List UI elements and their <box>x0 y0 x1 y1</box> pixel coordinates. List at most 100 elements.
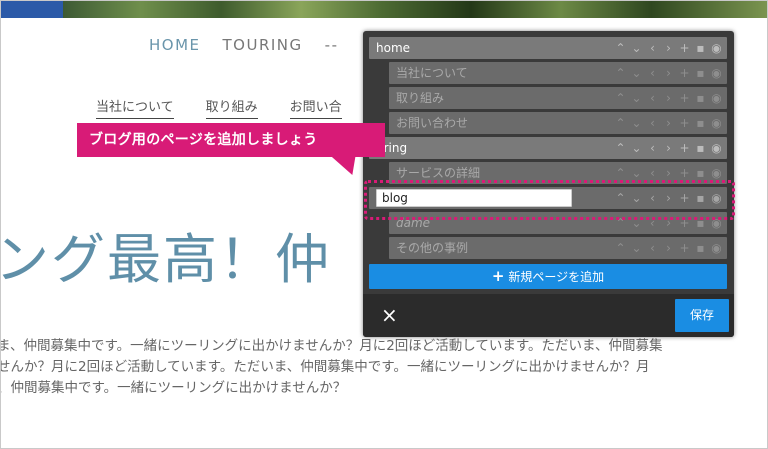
trash-icon[interactable]: ▪ <box>694 240 707 256</box>
add-subpage-icon[interactable]: + <box>678 115 691 131</box>
trash-icon[interactable]: ▪ <box>694 140 707 156</box>
indent-icon[interactable]: › <box>662 40 675 56</box>
row-controls: ⌃ ⌄ ‹ › + ▪ ◉ <box>614 215 727 231</box>
outdent-icon[interactable]: ‹ <box>646 140 659 156</box>
eye-icon[interactable]: ◉ <box>710 40 723 56</box>
page-row-label: 当社について <box>396 66 468 80</box>
page-row-efforts[interactable]: 取り組み ⌃ ⌄ ‹ › + ▪ ◉ <box>389 87 727 109</box>
indent-icon[interactable]: › <box>662 90 675 106</box>
move-down-icon[interactable]: ⌄ <box>630 190 643 206</box>
nav-item-more[interactable]: -- <box>325 36 339 54</box>
outdent-icon[interactable]: ‹ <box>646 165 659 181</box>
indent-icon[interactable]: › <box>662 65 675 81</box>
row-controls: ⌃ ⌄ ‹ › + ▪ ◉ <box>614 240 727 256</box>
add-subpage-icon[interactable]: + <box>678 65 691 81</box>
row-controls: ⌃ ⌄ ‹ › + ▪ ◉ <box>614 115 727 131</box>
outdent-icon[interactable]: ‹ <box>646 65 659 81</box>
page-row-touring[interactable]: uring ⌃ ⌄ ‹ › + ▪ ◉ <box>369 137 727 159</box>
indent-icon[interactable]: › <box>662 215 675 231</box>
trash-icon[interactable]: ▪ <box>694 165 707 181</box>
move-up-icon[interactable]: ⌃ <box>614 190 627 206</box>
add-subpage-icon[interactable]: + <box>678 140 691 156</box>
page-row-label: その他の事例 <box>396 241 469 255</box>
page-paragraph: ま、仲間募集中です。一緒にツーリングに出かけませんか？月に2回ほど活動しています… <box>0 336 767 399</box>
eye-icon[interactable]: ◉ <box>710 65 723 81</box>
eye-icon[interactable]: ◉ <box>710 140 723 156</box>
indent-icon[interactable]: › <box>662 115 675 131</box>
page-row-service-details[interactable]: サービスの詳細 ⌃ ⌄ ‹ › + ▪ ◉ <box>389 162 727 184</box>
nav-item-home[interactable]: HOME <box>149 36 201 54</box>
add-subpage-icon[interactable]: + <box>678 215 691 231</box>
paragraph-line: ま、仲間募集中です。一緒にツーリングに出かけませんか？月に2回ほど活動しています… <box>0 338 663 354</box>
outdent-icon[interactable]: ‹ <box>646 40 659 56</box>
trash-icon[interactable]: ▪ <box>694 40 707 56</box>
page-row-home[interactable]: home ⌃ ⌄ ‹ › + ▪ ◉ <box>369 37 727 59</box>
move-up-icon[interactable]: ⌃ <box>614 140 627 156</box>
page-row-label: dame <box>396 216 431 230</box>
eye-icon[interactable]: ◉ <box>710 240 723 256</box>
add-new-page-button[interactable]: + 新規ページを追加 <box>369 264 727 289</box>
add-subpage-icon[interactable]: + <box>678 190 691 206</box>
nav-item-touring[interactable]: TOURING <box>223 36 303 54</box>
move-down-icon[interactable]: ⌄ <box>630 215 643 231</box>
trash-icon[interactable]: ▪ <box>694 190 707 206</box>
outdent-icon[interactable]: ‹ <box>646 190 659 206</box>
add-subpage-icon[interactable]: + <box>678 165 691 181</box>
move-up-icon[interactable]: ⌃ <box>614 90 627 106</box>
add-subpage-icon[interactable]: + <box>678 40 691 56</box>
move-up-icon[interactable]: ⌃ <box>614 115 627 131</box>
move-down-icon[interactable]: ⌄ <box>630 165 643 181</box>
subnav-item-contact[interactable]: お問い合 <box>289 96 342 119</box>
trash-icon[interactable]: ▪ <box>694 215 707 231</box>
hero-banner-image <box>1 1 767 18</box>
eye-icon[interactable]: ◉ <box>710 165 723 181</box>
move-down-icon[interactable]: ⌄ <box>630 65 643 81</box>
page-row-label: home <box>376 41 411 55</box>
move-down-icon[interactable]: ⌄ <box>630 115 643 131</box>
outdent-icon[interactable]: ‹ <box>646 240 659 256</box>
move-down-icon[interactable]: ⌄ <box>630 240 643 256</box>
indent-icon[interactable]: › <box>662 140 675 156</box>
eye-icon[interactable]: ◉ <box>710 115 723 131</box>
trash-icon[interactable]: ▪ <box>694 65 707 81</box>
trash-icon[interactable]: ▪ <box>694 115 707 131</box>
move-down-icon[interactable]: ⌄ <box>630 140 643 156</box>
add-subpage-icon[interactable]: + <box>678 90 691 106</box>
subnav-item-efforts[interactable]: 取り組み <box>205 96 258 119</box>
eye-icon[interactable]: ◉ <box>710 215 723 231</box>
page-row-contact[interactable]: お問い合わせ ⌃ ⌄ ‹ › + ▪ ◉ <box>389 112 727 134</box>
move-up-icon[interactable]: ⌃ <box>614 165 627 181</box>
row-controls: ⌃ ⌄ ‹ › + ▪ ◉ <box>614 90 727 106</box>
new-page-name-input[interactable] <box>376 189 572 207</box>
outdent-icon[interactable]: ‹ <box>646 215 659 231</box>
paragraph-line: せんか？月に2回ほど活動しています。ただいま、仲間募集中です。一緒にツーリングに… <box>0 359 650 375</box>
indent-icon[interactable]: › <box>662 190 675 206</box>
move-up-icon[interactable]: ⌃ <box>614 240 627 256</box>
eye-icon[interactable]: ◉ <box>710 90 723 106</box>
add-subpage-icon[interactable]: + <box>678 240 691 256</box>
indent-icon[interactable]: › <box>662 165 675 181</box>
outdent-icon[interactable]: ‹ <box>646 115 659 131</box>
move-down-icon[interactable]: ⌄ <box>630 40 643 56</box>
tutorial-callout: ブログ用のページを追加しましょう <box>77 123 385 157</box>
trash-icon[interactable]: ▪ <box>694 90 707 106</box>
eye-icon[interactable]: ◉ <box>710 190 723 206</box>
move-up-icon[interactable]: ⌃ <box>614 40 627 56</box>
indent-icon[interactable]: › <box>662 240 675 256</box>
subnav-item-about[interactable]: 当社について <box>96 96 174 119</box>
page-row-about[interactable]: 当社について ⌃ ⌄ ‹ › + ▪ ◉ <box>389 62 727 84</box>
page-row-new-blog: ⌃ ⌄ ‹ › + ▪ ◉ <box>369 187 727 209</box>
page-row-dame[interactable]: dame ⌃ ⌄ ‹ › + ▪ ◉ <box>389 212 727 234</box>
move-up-icon[interactable]: ⌃ <box>614 215 627 231</box>
move-down-icon[interactable]: ⌄ <box>630 90 643 106</box>
save-button[interactable]: 保存 <box>675 299 729 332</box>
page-manager-panel: home ⌃ ⌄ ‹ › + ▪ ◉ 当社について ⌃ ⌄ ‹ › + ▪ ◉ <box>363 31 734 337</box>
site-subnav: 当社について 取り組み お問い合 <box>96 96 342 119</box>
page-row-other-cases[interactable]: その他の事例 ⌃ ⌄ ‹ › + ▪ ◉ <box>389 237 727 259</box>
move-up-icon[interactable]: ⌃ <box>614 65 627 81</box>
outdent-icon[interactable]: ‹ <box>646 90 659 106</box>
browser-viewport: HOME TOURING -- 当社について 取り組み お問い合 ング最高！仲 … <box>0 0 768 449</box>
page-row-label: サービスの詳細 <box>396 166 481 180</box>
close-icon[interactable]: × <box>381 303 398 327</box>
paragraph-line: 、仲間募集中です。一緒にツーリングに出かけませんか？ <box>0 380 347 396</box>
